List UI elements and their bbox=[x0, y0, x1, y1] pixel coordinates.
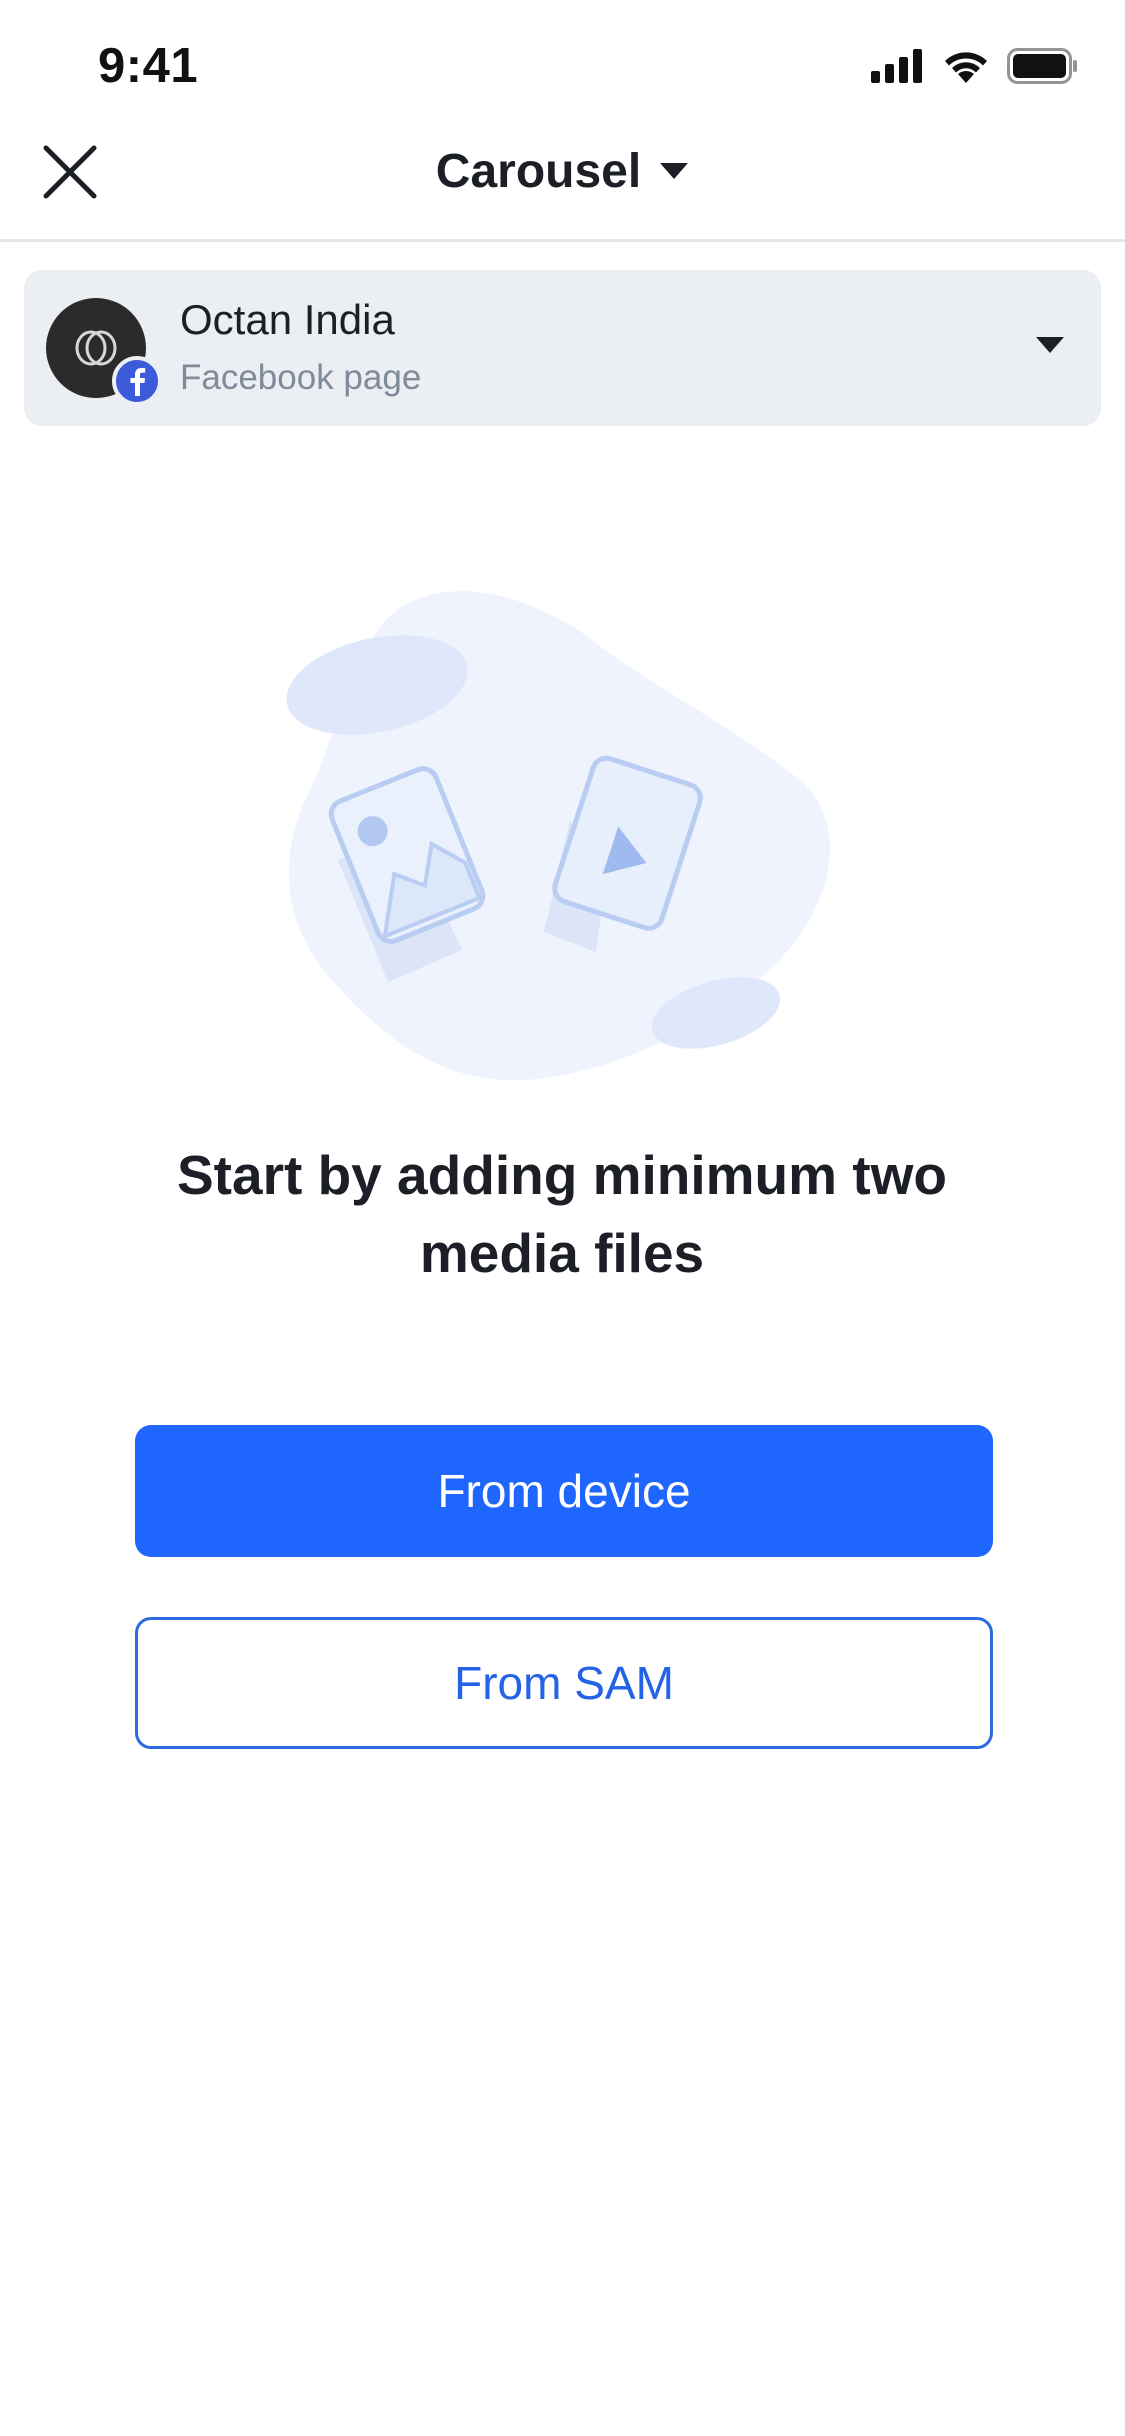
headline-line-2: media files bbox=[419, 1222, 705, 1284]
account-selector[interactable]: Octan India Facebook page bbox=[24, 270, 1101, 426]
caret-down-icon bbox=[660, 163, 689, 179]
format-selector[interactable]: Carousel bbox=[0, 134, 1125, 208]
cellular-signal-icon bbox=[871, 49, 922, 83]
brand-logo-icon bbox=[75, 330, 117, 366]
caret-down-icon bbox=[1036, 337, 1064, 353]
from-device-button[interactable]: From device bbox=[135, 1425, 993, 1557]
empty-state-headline: Start by adding minimum two media files bbox=[112, 1136, 1012, 1292]
headline-line-1: Start by adding minimum two bbox=[176, 1144, 948, 1206]
battery-icon bbox=[1007, 48, 1077, 84]
status-time: 9:41 bbox=[98, 39, 199, 93]
facebook-icon bbox=[112, 356, 162, 406]
media-files-illustration bbox=[286, 591, 830, 1081]
status-bar: 9:41 bbox=[0, 0, 1125, 132]
status-icons bbox=[871, 48, 1079, 84]
header: Carousel bbox=[0, 132, 1125, 242]
from-sam-button[interactable]: From SAM bbox=[135, 1617, 993, 1749]
carousel-screen: 9:41 Carousel Octan India Facebook page … bbox=[0, 0, 1125, 2436]
wifi-icon bbox=[945, 52, 987, 83]
account-type: Facebook page bbox=[180, 358, 422, 397]
account-name: Octan India bbox=[180, 296, 395, 343]
page-title: Carousel bbox=[435, 144, 642, 198]
